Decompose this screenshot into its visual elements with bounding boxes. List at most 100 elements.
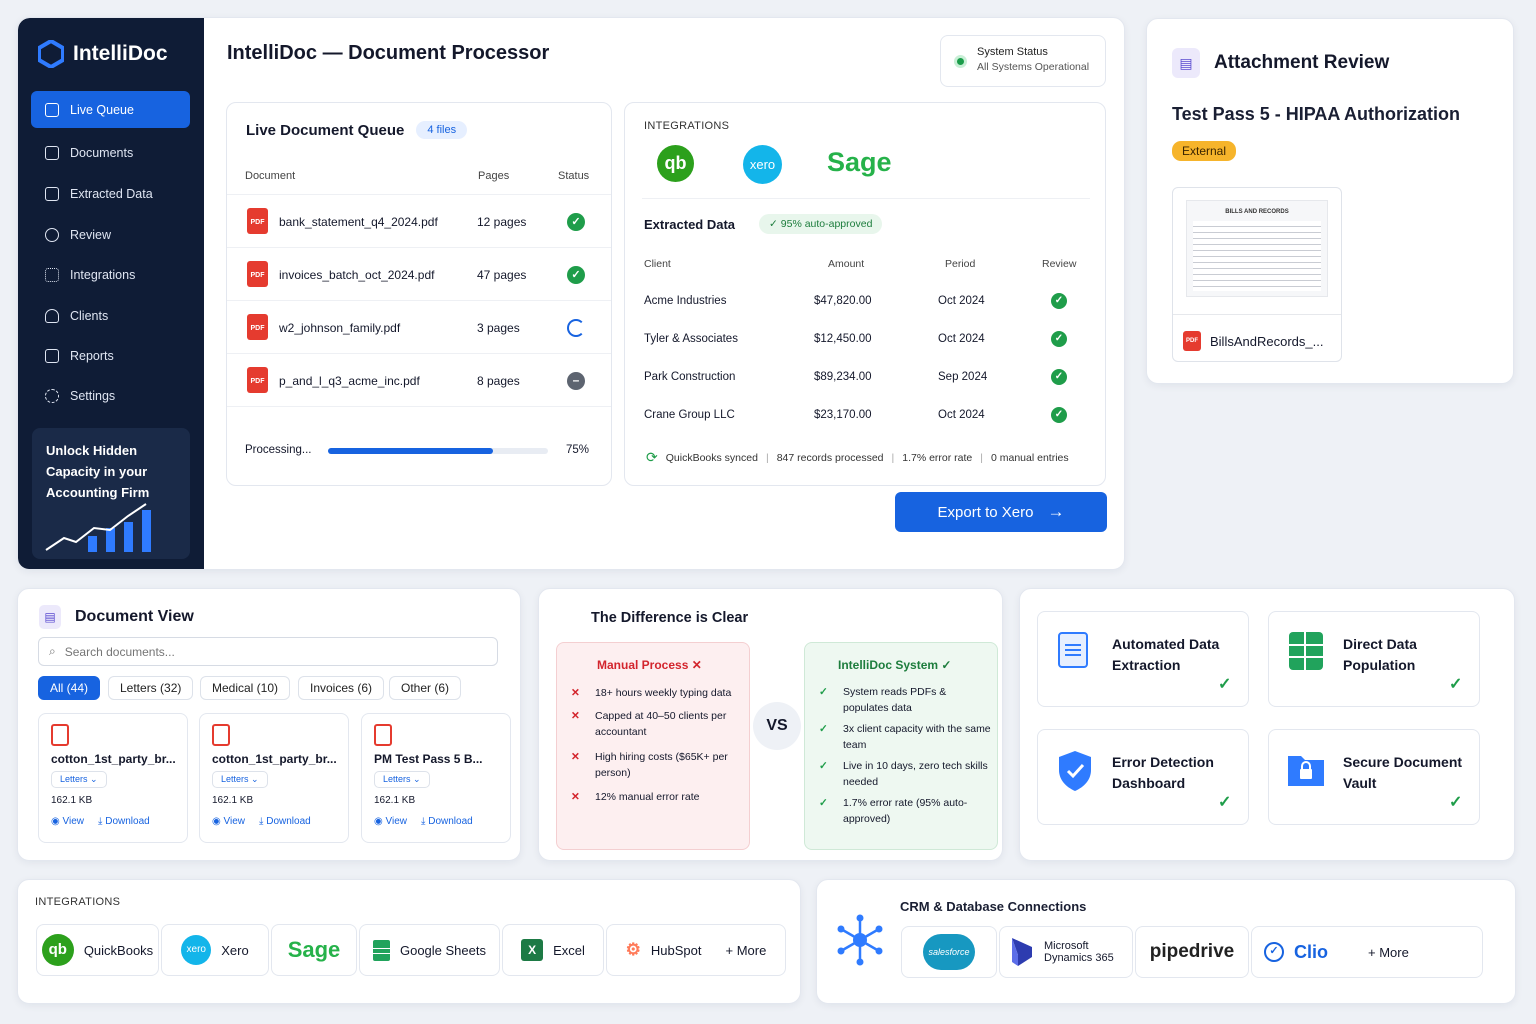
feature-label: Secure Document Vault (1343, 754, 1463, 791)
features-card: Automated Data Extraction ✓ Direct Data … (1019, 588, 1515, 861)
filter-chip-letters[interactable]: Letters (32) (108, 676, 194, 700)
filter-chip-other[interactable]: Other (6) (389, 676, 462, 700)
table-row[interactable]: PDF bank_statement_q4_2024.pdf 12 pages … (227, 194, 611, 247)
auto-approved-badge: ✓ 95% auto-approved (759, 214, 883, 234)
sage-logo-icon[interactable]: Sage (827, 147, 892, 178)
table-row[interactable]: Park Construction $89,234.00 Sep 2024 ✓ (625, 357, 1105, 395)
more-crm-link[interactable]: + More (1368, 945, 1409, 960)
view-link[interactable]: ◉ View (374, 816, 407, 827)
sidebar-item-integrations[interactable]: Integrations (31, 256, 190, 293)
integration-quickbooks[interactable]: qb QuickBooks (36, 924, 159, 976)
feature-error-detection-dashboard[interactable]: Error Detection Dashboard ✓ (1037, 729, 1249, 825)
export-to-xero-button[interactable]: Export to Xero → (895, 492, 1107, 532)
status-pending-icon: – (567, 372, 585, 390)
more-integrations-link[interactable]: + More (726, 943, 767, 958)
document-card[interactable]: cotton_1st_party_br... Letters ⌄ 162.1 K… (199, 713, 349, 843)
xero-logo-icon[interactable]: xero (743, 145, 782, 184)
list-item-text: System reads PDFs & populates data (843, 686, 947, 714)
integration-sage[interactable]: Sage (271, 924, 357, 976)
progress-percent: 75% (566, 444, 590, 456)
column-header-client[interactable]: Client (644, 258, 671, 270)
page-count: 12 pages (477, 215, 527, 229)
attachment-thumbnail[interactable]: BILLS AND RECORDS PDF BillsAndRecords_..… (1172, 187, 1342, 362)
list-item: ✓ System reads PDFs & populates data (819, 686, 947, 714)
crm-clio[interactable]: ✓ Clio + More (1251, 926, 1483, 978)
table-row[interactable]: PDF p_and_l_q3_acme_inc.pdf 8 pages – (227, 353, 611, 406)
download-link[interactable]: ⤓ Download (98, 816, 150, 827)
crm-microsoft-dynamics[interactable]: Microsoft Dynamics 365 (999, 926, 1133, 978)
amount: $89,234.00 (814, 371, 872, 383)
quickbooks-logo-icon[interactable]: qb (657, 145, 694, 182)
integration-label: Excel (553, 942, 585, 958)
search-field[interactable] (64, 644, 465, 659)
document-tag-select[interactable]: Letters ⌄ (212, 771, 268, 788)
manual-process-title: Manual Process ✕ (597, 658, 702, 672)
list-item-text: 1.7% error rate (95% auto-approved) (843, 797, 968, 825)
manual-entries: 0 manual entries (991, 451, 1069, 464)
table-row[interactable]: PDF w2_johnson_family.pdf 3 pages (227, 300, 611, 353)
crm-salesforce[interactable]: salesforce (901, 926, 997, 978)
view-link[interactable]: ◉ View (51, 816, 84, 827)
feature-direct-data-population[interactable]: Direct Data Population ✓ (1268, 611, 1480, 707)
file-name: w2_johnson_family.pdf (279, 321, 401, 335)
document-tag-select[interactable]: Letters ⌄ (374, 771, 430, 788)
integration-xero[interactable]: xero Xero (161, 924, 269, 976)
feature-automated-data-extraction[interactable]: Automated Data Extraction ✓ (1037, 611, 1249, 707)
sidebar-item-clients[interactable]: Clients (31, 297, 190, 334)
integration-hubspot[interactable]: ⚙ HubSpot + More (606, 924, 786, 976)
filter-chip-medical[interactable]: Medical (10) (200, 676, 291, 700)
sidebar-item-review[interactable]: Review (31, 216, 190, 253)
sync-status: QuickBooks synced (665, 451, 758, 464)
document-tag-label: Letters (221, 774, 249, 784)
table-row[interactable]: Crane Group LLC $23,170.00 Oct 2024 ✓ (625, 395, 1105, 433)
integration-excel[interactable]: X Excel (502, 924, 604, 976)
document-card[interactable]: cotton_1st_party_br... Letters ⌄ 162.1 K… (38, 713, 188, 843)
intellidoc-system-column: IntelliDoc System ✓ ✓ System reads PDFs &… (804, 642, 998, 850)
brand-name: IntelliDoc (73, 42, 168, 65)
check-icon: ✓ (1449, 676, 1463, 693)
quickbooks-logo-icon: qb (41, 934, 74, 966)
sidebar-item-live-queue[interactable]: Live Queue (31, 91, 190, 128)
column-header-period[interactable]: Period (945, 258, 975, 270)
crm-pipedrive[interactable]: pipedrive (1135, 926, 1249, 978)
search-input[interactable]: ⌕ (38, 637, 498, 666)
list-item: ✓ 3x client capacity with the same team (819, 723, 991, 751)
filter-chip-all[interactable]: All (44) (38, 676, 101, 700)
sidebar-item-reports[interactable]: Reports (31, 337, 190, 374)
table-row[interactable]: Tyler & Associates $12,450.00 Oct 2024 ✓ (625, 319, 1105, 357)
document-card[interactable]: PM Test Pass 5 B... Letters ⌄ 162.1 KB ◉… (361, 713, 511, 843)
list-item: ✕ 18+ hours weekly typing data (571, 687, 732, 699)
column-header-status[interactable]: Status (558, 170, 589, 182)
pdf-file-icon: PDF (247, 367, 268, 393)
review-approved-icon: ✓ (1051, 331, 1067, 347)
integrations-icon (45, 267, 59, 282)
view-label: View (223, 816, 246, 827)
table-row[interactable]: Acme Industries $47,820.00 Oct 2024 ✓ (625, 281, 1105, 319)
filter-chip-invoices[interactable]: Invoices (6) (298, 676, 385, 700)
table-icon (45, 186, 59, 201)
sidebar-item-settings[interactable]: Settings (31, 377, 190, 414)
column-header-pages[interactable]: Pages (478, 170, 509, 182)
table-row[interactable]: PDF invoices_batch_oct_2024.pdf 47 pages… (227, 247, 611, 300)
file-size: 162.1 KB (51, 795, 93, 806)
attachment-review-title: Attachment Review (1214, 52, 1390, 73)
sheets-logo-icon (372, 939, 390, 961)
list-item-text: High hiring costs ($65K+ per person) (595, 751, 728, 779)
crm-connections-card: CRM & Database Connections salesforce Mi… (816, 879, 1516, 1004)
integration-google-sheets[interactable]: Google Sheets (359, 924, 500, 976)
attachment-file-name: BillsAndRecords_... (1210, 333, 1324, 349)
extracted-data-title: Extracted Data (644, 216, 736, 232)
promo-card[interactable]: Unlock Hidden Capacity in your Accountin… (32, 428, 190, 559)
view-link[interactable]: ◉ View (212, 816, 245, 827)
download-link[interactable]: ⤓ Download (259, 816, 311, 827)
sidebar-item-extracted-data[interactable]: Extracted Data (31, 175, 190, 212)
column-header-document[interactable]: Document (245, 170, 295, 182)
feature-label: Error Detection Dashboard (1112, 754, 1214, 791)
download-link[interactable]: ⤓ Download (421, 816, 473, 827)
sidebar: IntelliDoc Live Queue Documents Extracte… (18, 18, 204, 569)
sidebar-item-documents[interactable]: Documents (31, 134, 190, 171)
feature-secure-document-vault[interactable]: Secure Document Vault ✓ (1268, 729, 1480, 825)
document-tag-select[interactable]: Letters ⌄ (51, 771, 107, 788)
column-header-review[interactable]: Review (1042, 258, 1076, 270)
column-header-amount[interactable]: Amount (828, 258, 864, 270)
